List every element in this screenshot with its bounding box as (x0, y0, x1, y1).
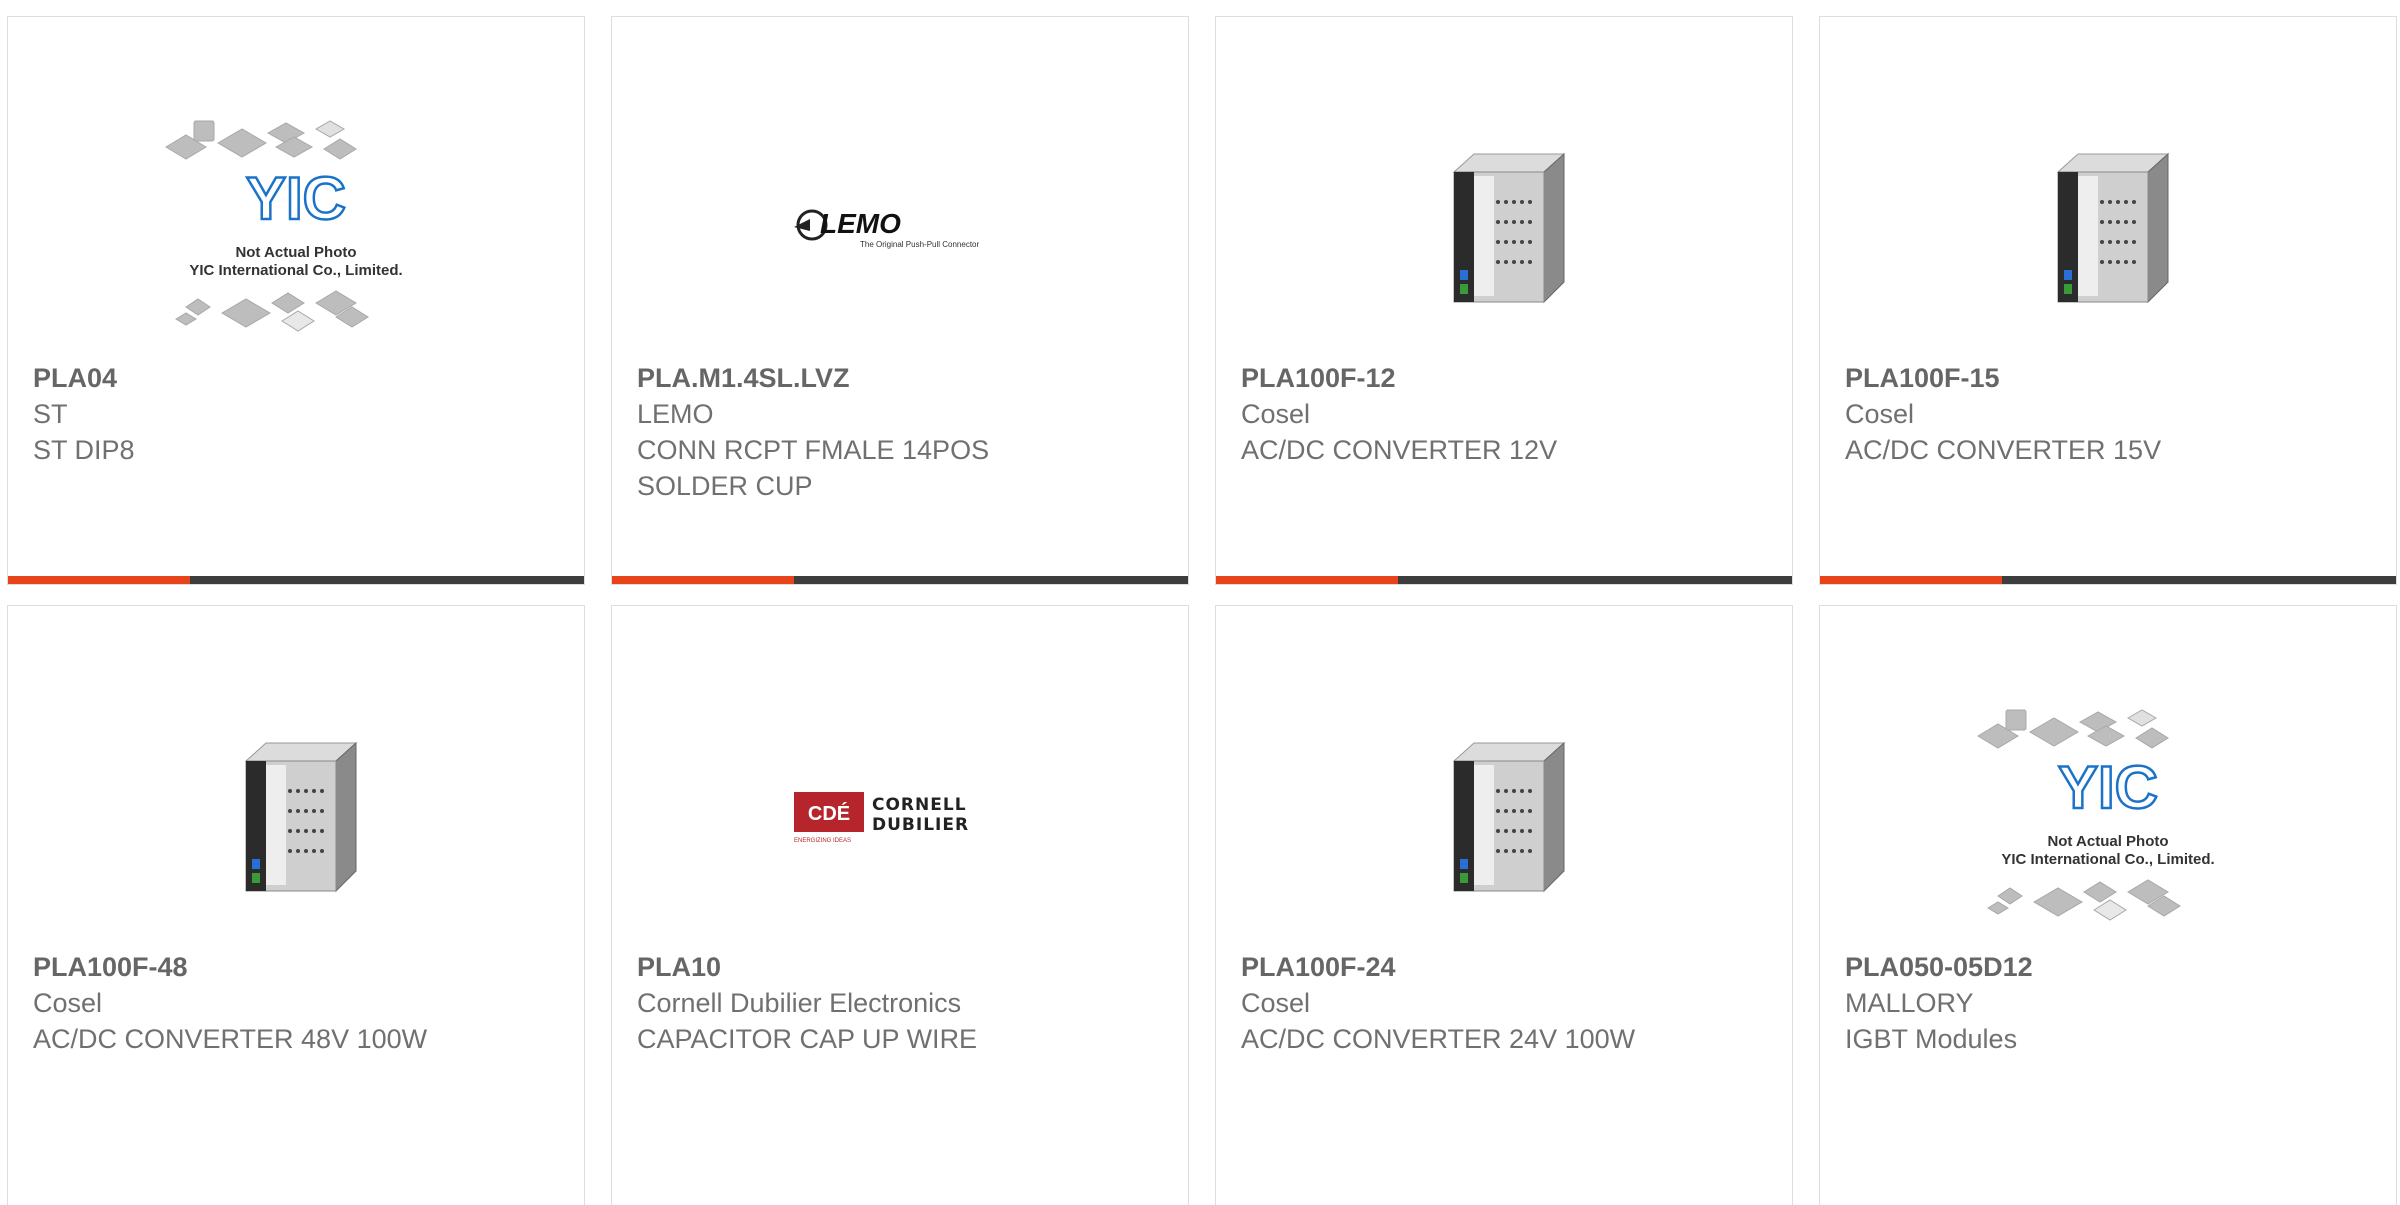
product-grid: YIC Not Actual Photo YIC International C… (0, 0, 2400, 1205)
progress-bar (612, 576, 1188, 584)
svg-text:LEMO: LEMO (820, 208, 901, 239)
product-card[interactable]: YIC Not Actual Photo YIC International C… (7, 16, 585, 585)
part-number[interactable]: PLA100F-24 (1241, 949, 1772, 985)
progress-accent (612, 576, 794, 584)
progress-accent (8, 576, 190, 584)
product-image[interactable] (1216, 676, 1792, 956)
product-image[interactable]: LEMO The Original Push-Pull Connector (612, 87, 1188, 367)
product-image[interactable]: YIC Not Actual Photo YIC International C… (1820, 676, 2396, 956)
svg-text:YIC International Co., Limited: YIC International Co., Limited. (2001, 851, 2214, 868)
progress-bar (8, 576, 584, 584)
product-card[interactable]: CDÉ CORNELL DUBILIER ENERGIZING IDEAS PL… (611, 605, 1189, 1205)
description: CONN RCPT FMALE 14POS SOLDER CUP (637, 435, 990, 501)
manufacturer: Cornell Dubilier Electronics (637, 988, 962, 1018)
product-image[interactable]: CDÉ CORNELL DUBILIER ENERGIZING IDEAS (612, 676, 1188, 956)
description: AC/DC CONVERTER 24V 100W (1241, 1024, 1636, 1054)
manufacturer: ST (33, 399, 68, 429)
cde-logo-icon: CDÉ CORNELL DUBILIER ENERGIZING IDEAS (794, 792, 969, 844)
svg-text:CORNELL: CORNELL (872, 795, 967, 815)
svg-text:CDÉ: CDÉ (808, 802, 850, 825)
power-supply-icon (1452, 152, 1566, 304)
lemo-logo-icon: LEMO The Original Push-Pull Connector (794, 208, 980, 249)
product-image[interactable] (8, 676, 584, 956)
svg-text:ENERGIZING IDEAS: ENERGIZING IDEAS (794, 838, 851, 844)
product-card[interactable]: LEMO The Original Push-Pull Connector PL… (611, 16, 1189, 585)
progress-accent (1216, 576, 1398, 584)
description: AC/DC CONVERTER 48V 100W (33, 1024, 428, 1054)
power-supply-icon (244, 741, 358, 893)
placeholder-image-icon: YIC Not Actual Photo YIC International C… (165, 120, 403, 332)
manufacturer: Cosel (33, 988, 103, 1018)
svg-text:Not Actual Photo: Not Actual Photo (2047, 833, 2168, 850)
svg-text:The Original Push-Pull Connect: The Original Push-Pull Connector (860, 240, 980, 249)
power-supply-icon (1452, 741, 1566, 893)
description: AC/DC CONVERTER 15V (1845, 435, 2162, 465)
part-number[interactable]: PLA100F-15 (1845, 360, 2376, 396)
description: ST DIP8 (33, 435, 135, 465)
product-image[interactable]: YIC Not Actual Photo YIC International C… (8, 87, 584, 367)
progress-bar (1820, 576, 2396, 584)
description: CAPACITOR CAP UP WIRE (637, 1024, 978, 1054)
svg-text:DUBILIER: DUBILIER (872, 815, 969, 835)
manufacturer: MALLORY (1845, 988, 1974, 1018)
svg-text:YIC: YIC (2058, 754, 2158, 821)
manufacturer: Cosel (1241, 988, 1311, 1018)
product-image[interactable] (1216, 87, 1792, 367)
progress-bar (1216, 576, 1792, 584)
manufacturer: Cosel (1845, 399, 1915, 429)
part-number[interactable]: PLA100F-48 (33, 949, 564, 985)
manufacturer: LEMO (637, 399, 714, 429)
description: AC/DC CONVERTER 12V (1241, 435, 1558, 465)
manufacturer: Cosel (1241, 399, 1311, 429)
part-number[interactable]: PLA050-05D12 (1845, 949, 2376, 985)
description: IGBT Modules (1845, 1024, 2018, 1054)
placeholder-image-icon: YIC Not Actual Photo YIC International C… (1977, 709, 2215, 921)
part-number[interactable]: PLA100F-12 (1241, 360, 1772, 396)
part-number[interactable]: PLA04 (33, 360, 564, 396)
product-card[interactable]: PLA100F-15 Cosel AC/DC CONVERTER 15V (1819, 16, 2397, 585)
svg-text:YIC: YIC (246, 165, 346, 232)
part-number[interactable]: PLA10 (637, 949, 1168, 985)
product-card[interactable]: PLA100F-24 Cosel AC/DC CONVERTER 24V 100… (1215, 605, 1793, 1205)
product-card[interactable]: PLA100F-48 Cosel AC/DC CONVERTER 48V 100… (7, 605, 585, 1205)
svg-text:Not Actual Photo: Not Actual Photo (235, 244, 356, 261)
part-number[interactable]: PLA.M1.4SL.LVZ (637, 360, 1168, 396)
product-image[interactable] (1820, 87, 2396, 367)
power-supply-icon (2056, 152, 2170, 304)
product-card[interactable]: PLA100F-12 Cosel AC/DC CONVERTER 12V (1215, 16, 1793, 585)
svg-text:YIC International Co., Limited: YIC International Co., Limited. (189, 262, 402, 279)
progress-accent (1820, 576, 2002, 584)
product-card[interactable]: YIC Not Actual Photo YIC International C… (1819, 605, 2397, 1205)
